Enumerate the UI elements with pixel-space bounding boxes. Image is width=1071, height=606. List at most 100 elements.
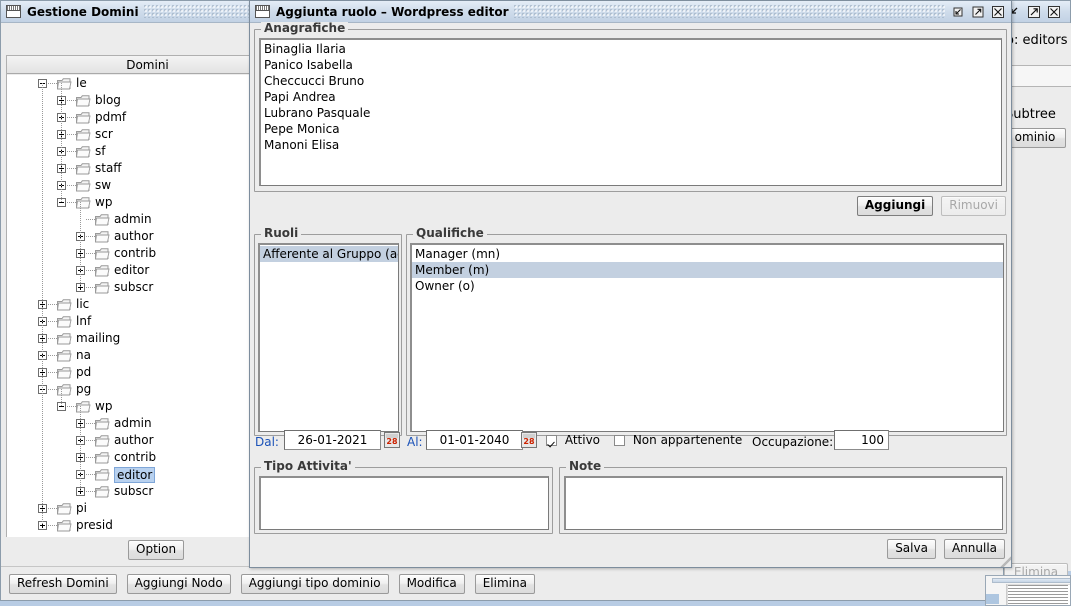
tree-node[interactable]: na (7, 347, 288, 364)
toolbar-button-refresh-domini[interactable]: Refresh Domini (9, 574, 117, 594)
tree-node-label[interactable]: wp (95, 398, 112, 415)
tipo-attivita-textarea[interactable] (259, 476, 549, 530)
dominio-button[interactable]: ominio (1004, 128, 1066, 148)
tree-node[interactable]: blog (7, 92, 288, 109)
anagrafiche-item[interactable]: Manoni Elisa (261, 137, 1001, 153)
dialog-titlebar[interactable]: Aggiunta ruolo – Wordpress editor (250, 1, 1011, 23)
thumbnail-preview-window[interactable] (985, 575, 1071, 606)
dialog-resize-grip[interactable] (999, 555, 1011, 567)
anagrafiche-item[interactable]: Lubrano Pasquale (261, 105, 1001, 121)
tree-node-label[interactable]: pdmf (95, 109, 126, 126)
tree-node[interactable]: wp (7, 194, 288, 211)
occupazione-input[interactable]: 100 (834, 430, 889, 450)
tree-node-label[interactable]: lic (76, 296, 89, 313)
tree-node[interactable]: contrib (7, 245, 288, 262)
tree-node[interactable]: pdmf (7, 109, 288, 126)
tree-node-label[interactable]: sf (95, 143, 105, 160)
dialog-aggiunta-ruolo[interactable]: Aggiunta ruolo – Wordpress editor Anagra… (249, 0, 1012, 568)
tree-node[interactable]: presid (7, 517, 288, 534)
background-window-buttons[interactable] (1006, 4, 1064, 20)
tree-node-label[interactable]: admin (114, 211, 152, 228)
tree-node[interactable]: subscr (7, 483, 288, 500)
salva-button[interactable]: Salva (887, 539, 936, 559)
tree-node-label[interactable]: editor (114, 467, 156, 483)
anagrafiche-item[interactable]: Pepe Monica (261, 121, 1001, 137)
restore-icon[interactable] (950, 4, 966, 20)
tree-node-label[interactable]: pi (76, 500, 87, 517)
tree-node[interactable]: scr (7, 126, 288, 143)
tree-node-label[interactable]: na (76, 347, 91, 364)
note-textarea[interactable] (564, 476, 1003, 530)
annulla-button[interactable]: Annulla (943, 539, 1005, 559)
option-button[interactable]: Option (128, 540, 185, 560)
tree-node-label[interactable]: author (114, 228, 154, 245)
tree-node[interactable]: le (7, 75, 288, 92)
qualifiche-item[interactable]: Manager (mn) (412, 246, 1003, 262)
tree-node[interactable]: sw (7, 177, 288, 194)
al-input[interactable]: 01-01-2040 (426, 430, 523, 450)
toolbar-button-modifica[interactable]: Modifica (398, 574, 465, 594)
tree-node[interactable]: subscr (7, 279, 288, 296)
ruoli-list[interactable]: Afferente al Gruppo (ag) (258, 243, 399, 432)
tree-node[interactable]: mailing (7, 330, 288, 347)
tree-node-label[interactable]: scr (95, 126, 113, 143)
close-icon[interactable] (1046, 4, 1062, 20)
tree-node[interactable]: admin (7, 211, 288, 228)
tree-node-label[interactable]: contrib (114, 245, 156, 262)
tree-node[interactable]: pi (7, 500, 288, 517)
calendar-icon-from[interactable]: 28 (384, 432, 400, 448)
tree-node[interactable]: author (7, 432, 288, 449)
anagrafiche-item[interactable]: Checcucci Bruno (261, 73, 1001, 89)
tree-node-label[interactable]: subscr (114, 483, 153, 500)
tree-node-label[interactable]: author (114, 432, 154, 449)
attivo-checkbox[interactable]: Attivo (546, 433, 600, 447)
tree-node-label[interactable]: sw (95, 177, 111, 194)
tree-node[interactable]: author (7, 228, 288, 245)
tree-node[interactable]: pd (7, 364, 288, 381)
tree-node-label[interactable]: admin (114, 415, 152, 432)
non-appartenente-checkbox[interactable]: Non appartenente (614, 433, 742, 447)
tree-node-label[interactable]: staff (95, 160, 122, 177)
maximize-icon[interactable] (970, 4, 986, 20)
tree-node-label[interactable]: wp (95, 194, 112, 211)
anagrafiche-list[interactable]: Binaglia Ilaria Panico Isabella Checcucci … (259, 38, 1002, 186)
tree-node[interactable]: lnf (7, 313, 288, 330)
toolbar-button-elimina[interactable]: Elimina (474, 574, 535, 594)
tree-node[interactable]: admin (7, 415, 288, 432)
background-window-field[interactable] (1006, 65, 1071, 87)
tree-node[interactable]: pg (7, 381, 288, 398)
qualifiche-item[interactable]: Member (m) (412, 262, 1003, 278)
tree-node-label[interactable]: subscr (114, 279, 153, 296)
qualifiche-list[interactable]: Manager (mn) Member (m) Owner (o) (410, 243, 1004, 432)
non-appartenente-checkbox-box[interactable] (614, 435, 625, 446)
anagrafiche-item[interactable]: Papi Andrea (261, 89, 1001, 105)
anagrafiche-item[interactable]: Binaglia Ilaria (261, 41, 1001, 57)
tree-node-label[interactable]: le (76, 75, 87, 92)
background-window[interactable]: o: editors Subtree ominio Elimina (1003, 0, 1071, 583)
ruoli-item[interactable]: Afferente al Gruppo (ag) (260, 246, 398, 262)
tree-node[interactable]: editor (7, 262, 288, 279)
tree-node[interactable]: staff (7, 160, 288, 177)
dal-input[interactable]: 26-01-2021 (284, 430, 381, 450)
main-toolbar-buttons[interactable]: Refresh Domini Aggiungi Nodo Aggiungi tipo… (9, 574, 535, 594)
aggiungi-button[interactable]: Aggiungi (856, 196, 934, 216)
tree-node-label[interactable]: blog (95, 92, 121, 109)
tree-node-label[interactable]: pg (76, 381, 91, 398)
dialog-window-buttons[interactable] (950, 4, 1008, 20)
tree-node[interactable]: lic (7, 296, 288, 313)
qualifiche-item[interactable]: Owner (o) (412, 278, 1003, 294)
tree-node[interactable]: contrib (7, 449, 288, 466)
tree-node-label[interactable]: contrib (114, 449, 156, 466)
tree-node-label[interactable]: pd (76, 364, 91, 381)
tree-node-label[interactable]: mailing (76, 330, 120, 347)
tree-node[interactable]: editor (7, 466, 288, 483)
tree-node[interactable]: wp (7, 398, 288, 415)
tree-node-label[interactable]: lnf (76, 313, 91, 330)
background-window-titlebar[interactable] (1004, 1, 1070, 23)
close-icon[interactable] (990, 4, 1006, 20)
calendar-icon-to[interactable]: 28 (521, 432, 537, 448)
toolbar-button-aggiungi-nodo[interactable]: Aggiungi Nodo (126, 574, 231, 594)
tree-node-label[interactable]: presid (76, 517, 113, 534)
attivo-checkbox-box[interactable] (546, 435, 557, 446)
maximize-icon[interactable] (1026, 4, 1042, 20)
